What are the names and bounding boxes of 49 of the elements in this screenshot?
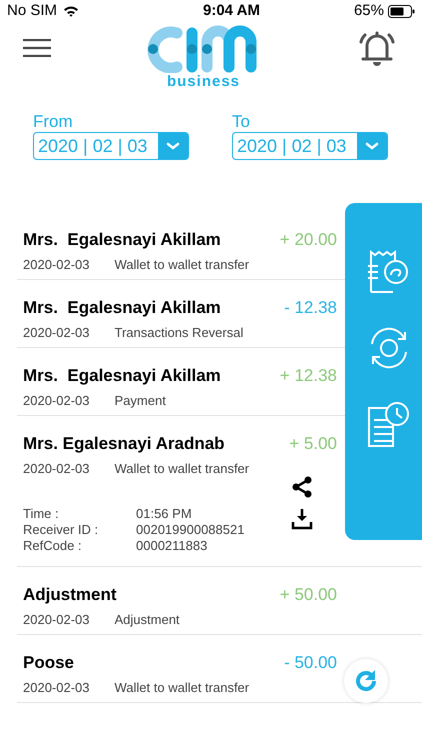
description-text: Wallet to wallet transfer	[114, 460, 250, 478]
filter-label: From	[33, 112, 74, 132]
amount-text: + 20.00	[280, 229, 337, 251]
amount-text: + 5.00	[289, 433, 337, 455]
amount-text: - 50.00	[284, 652, 337, 674]
share-button[interactable]	[291, 476, 313, 498]
carrier-text: No SIM	[7, 0, 58, 21]
payer-name: Mrs. Egalesnayi Akillam	[23, 229, 221, 251]
amount-text: + 12.38	[280, 365, 337, 387]
date-text: 2020-02-03	[23, 324, 90, 342]
detail-label: RefCode :	[23, 538, 83, 554]
date-text: 2020-02-03	[23, 460, 90, 478]
date-text: 2020-02-03	[23, 679, 90, 697]
battery-text: 65%	[354, 0, 384, 21]
download-icon	[291, 508, 313, 530]
detail-label: Receiver ID :	[23, 522, 100, 538]
battery-icon	[388, 4, 415, 18]
payer-name: Mrs. Egalesnayi Aradnab	[23, 433, 225, 455]
date-text: 2020-02-03	[23, 256, 90, 274]
filter-label: To	[232, 112, 251, 132]
date-text: 2020-02-03	[23, 611, 90, 629]
chevron-down-icon	[365, 142, 379, 150]
description-text: Payment	[114, 392, 166, 410]
amount-text: - 12.38	[284, 297, 337, 319]
detail-value: 002019900088521	[136, 522, 244, 538]
description-text: Wallet to wallet transfer	[114, 256, 250, 274]
clock-text: 9:04 AM	[203, 0, 260, 21]
detail-value: 0000211883	[136, 538, 208, 554]
menu-icon	[23, 39, 51, 57]
description-text: Transactions Reversal	[114, 324, 244, 342]
chevron-down-icon	[166, 142, 180, 150]
download-button[interactable]	[291, 508, 313, 530]
detail-value: 01:56 PM	[136, 506, 193, 522]
payer-name: Mrs. Egalesnayi Akillam	[23, 297, 221, 319]
date-dropdown[interactable]: 2020 | 02 | 03	[232, 132, 388, 160]
date-dropdown[interactable]: 2020 | 02 | 03	[33, 132, 189, 160]
menu-button[interactable]	[23, 38, 51, 58]
payer-name: Mrs. Egalesnayi Akillam	[23, 365, 221, 387]
brand-subtitle: business	[166, 74, 240, 89]
wifi-icon	[63, 5, 80, 17]
payer-name: Poose	[23, 652, 74, 674]
date-text: 2020-02-03	[23, 392, 90, 410]
description-text: Wallet to wallet transfer	[114, 679, 250, 697]
refresh-icon	[353, 668, 379, 694]
payer-name: Adjustment	[23, 584, 116, 606]
description-text: Adjustment	[114, 611, 180, 629]
share-icon	[291, 476, 313, 498]
detail-label: Time :	[23, 506, 60, 522]
amount-text: + 50.00	[280, 584, 337, 606]
